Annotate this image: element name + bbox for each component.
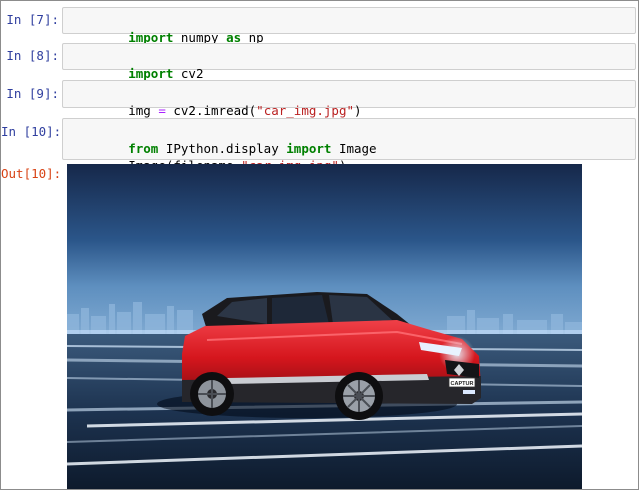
input-prompt: In [8]: — [6, 48, 59, 63]
output-image: CAPTUR — [67, 164, 582, 489]
keyword-token: import — [128, 66, 174, 81]
input-prompt: In [10]: — [1, 124, 62, 139]
keyword-token: import — [286, 141, 332, 156]
output-prompt: Out[10]: — [1, 166, 62, 181]
input-prompt: In [9]: — [6, 86, 59, 101]
code-token: cv2 — [173, 66, 204, 81]
code-input[interactable]: from IPython.display import Image Image(… — [62, 118, 636, 173]
plate-text: CAPTUR — [451, 381, 474, 387]
code-cell-9[interactable]: In [9]: img = cv2.imread("car_img.jpg") — [1, 80, 638, 118]
code-token: Image — [331, 141, 377, 156]
code-token: IPython.display — [158, 141, 287, 156]
code-line: import cv2 — [68, 48, 630, 81]
code-token: img — [128, 103, 159, 118]
code-input[interactable]: import numpy as np — [62, 7, 636, 45]
code-line: from IPython.display import Image — [68, 123, 630, 156]
code-cell-7[interactable]: In [7]: import numpy as np — [1, 7, 638, 45]
code-token: ) — [354, 103, 362, 118]
input-prompt: In [7]: — [6, 12, 59, 27]
operator-token: = — [158, 103, 166, 118]
notebook-frame: In [7]: import numpy as np In [8]: impor… — [0, 0, 639, 490]
code-input[interactable]: import cv2 — [62, 43, 636, 81]
code-cell-8[interactable]: In [8]: import cv2 — [1, 43, 638, 81]
code-cell-10[interactable]: In [10]: from IPython.display import Ima… — [1, 118, 638, 173]
code-token: cv2.imread( — [165, 103, 257, 118]
code-line: import numpy as np — [68, 12, 630, 45]
keyword-token: from — [128, 141, 159, 156]
code-line: img = cv2.imread("car_img.jpg") — [68, 85, 630, 118]
string-token: "car_img.jpg" — [256, 103, 355, 118]
car-image: CAPTUR — [67, 164, 582, 489]
code-input[interactable]: img = cv2.imread("car_img.jpg") — [62, 80, 636, 118]
